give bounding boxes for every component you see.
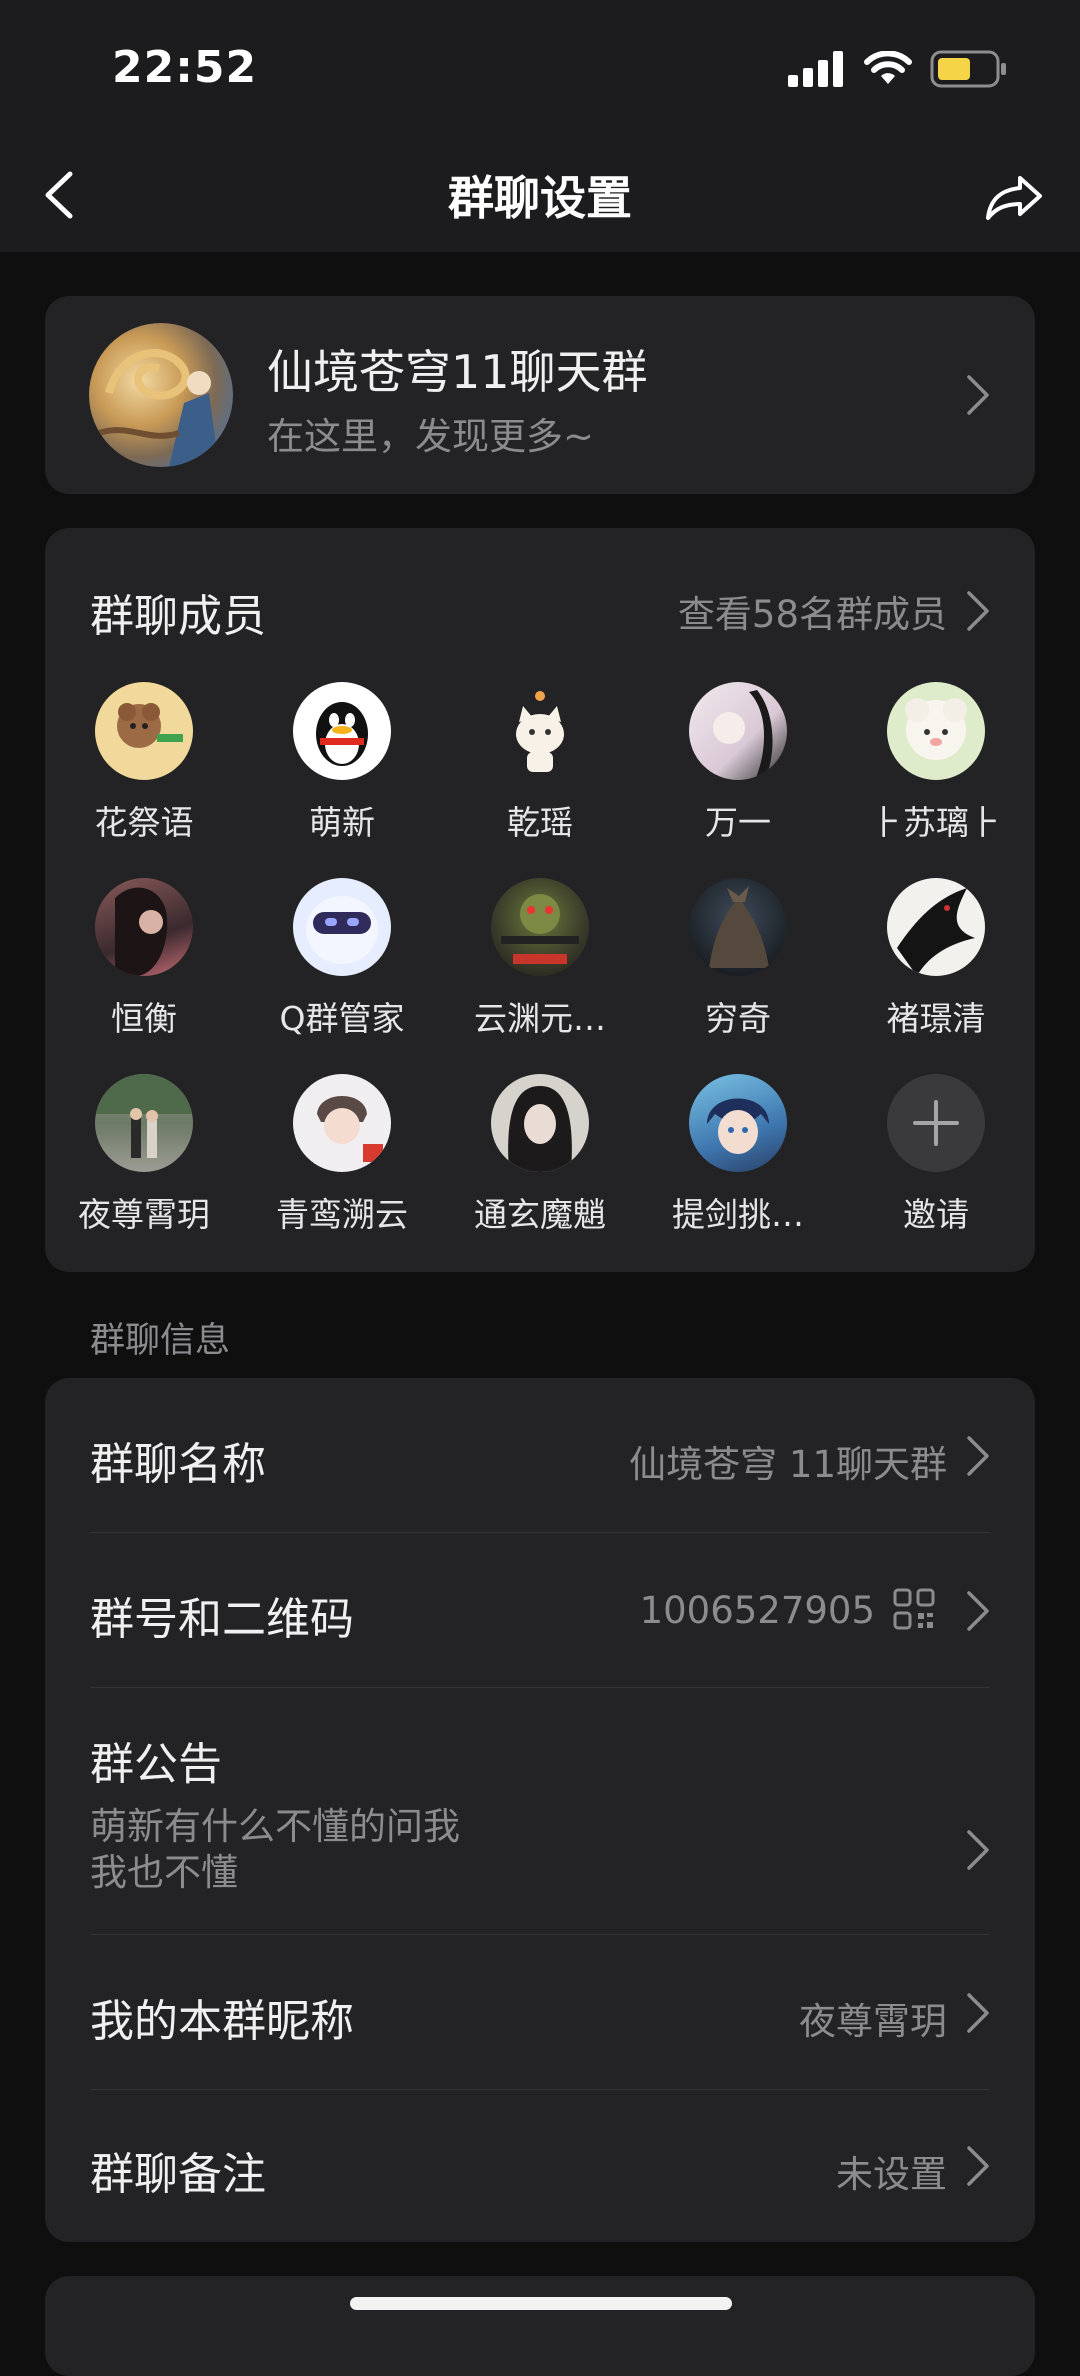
group-info-card: 群聊名称 仙境苍穹 11聊天群 群号和二维码 1006527905 群公告 萌新… xyxy=(45,1378,1035,2242)
member-avatar xyxy=(689,878,787,976)
member-item[interactable]: 青鸾溯云 xyxy=(243,1074,441,1236)
member-avatar xyxy=(293,878,391,976)
member-item[interactable]: 萌新 xyxy=(243,682,441,844)
member-name: 萌新 xyxy=(309,803,375,842)
member-avatar xyxy=(491,682,589,780)
invite-button[interactable]: 邀请 xyxy=(837,1074,1035,1236)
group-notice-line2: 我也不懂 xyxy=(90,1851,238,1894)
member-name: Q群管家 xyxy=(279,999,405,1038)
member-name: 云渊元… xyxy=(474,999,606,1038)
group-notice-label: 群公告 xyxy=(90,1739,222,1790)
nav-bar: 群聊设置 xyxy=(0,140,1080,252)
chevron-right-icon xyxy=(967,1591,989,1631)
member-item[interactable]: 穷奇 xyxy=(639,878,837,1040)
member-name: 青鸾溯云 xyxy=(276,1195,408,1234)
member-item[interactable]: Q群管家 xyxy=(243,878,441,1040)
group-notice-row[interactable]: 群公告 萌新有什么不懂的问我 我也不懂 xyxy=(45,1688,1035,1934)
member-avatar xyxy=(293,1074,391,1172)
qr-code-icon[interactable] xyxy=(893,1588,935,1630)
group-notice-line1: 萌新有什么不懂的问我 xyxy=(90,1805,460,1848)
group-id-row[interactable]: 群号和二维码 1006527905 xyxy=(45,1533,1035,1687)
member-name: 褚璟清 xyxy=(886,999,986,1038)
member-name: 提剑挑… xyxy=(672,1195,804,1234)
member-name: 万一 xyxy=(705,803,771,842)
page-title: 群聊设置 xyxy=(448,171,632,225)
my-nickname-row[interactable]: 我的本群昵称 夜尊霄玥 xyxy=(45,1935,1035,2089)
member-item[interactable]: 恒衡 xyxy=(45,878,243,1040)
members-card: 群聊成员 查看58名群成员 花祭语 萌新 乾瑶 万一 ⺊苏璃⺊ 恒衡 Q群管家 … xyxy=(45,528,1035,1272)
member-name: 恒衡 xyxy=(111,999,177,1038)
member-item[interactable]: 花祭语 xyxy=(45,682,243,844)
group-remark-value: 未设置 xyxy=(836,2153,947,2196)
group-name-row[interactable]: 群聊名称 仙境苍穹 11聊天群 xyxy=(45,1378,1035,1532)
member-avatar xyxy=(887,878,985,976)
view-all-members-link[interactable]: 查看58名群成员 xyxy=(678,584,947,638)
chevron-right-icon xyxy=(967,2146,989,2186)
group-remark-row[interactable]: 群聊备注 未设置 xyxy=(45,2090,1035,2242)
member-item[interactable]: 褚璟清 xyxy=(837,878,1035,1040)
section-label-info: 群聊信息 xyxy=(90,1321,231,1361)
member-item[interactable]: 提剑挑… xyxy=(639,1074,837,1236)
member-avatar xyxy=(491,878,589,976)
member-avatar xyxy=(293,682,391,780)
group-name-value: 仙境苍穹 11聊天群 xyxy=(629,1443,947,1486)
member-name: 乾瑶 xyxy=(507,803,573,842)
chevron-right-icon xyxy=(967,1436,989,1476)
group-name: 仙境苍穹11聊天群 xyxy=(267,345,648,399)
member-item[interactable]: 云渊元… xyxy=(441,878,639,1040)
members-title: 群聊成员 xyxy=(90,591,266,642)
group-id-value: 1006527905 xyxy=(639,1589,875,1632)
my-nickname-value: 夜尊霄玥 xyxy=(799,2000,947,2043)
member-name: 通玄魔魈 xyxy=(474,1195,606,1234)
invite-label: 邀请 xyxy=(903,1195,969,1234)
group-name-label: 群聊名称 xyxy=(90,1439,266,1490)
member-name: ⺊苏璃⺊ xyxy=(870,803,1002,842)
group-profile-card[interactable]: 仙境苍穹11聊天群 在这里，发现更多~ xyxy=(45,296,1035,494)
next-settings-card xyxy=(45,2276,1035,2376)
share-arrow-icon[interactable] xyxy=(980,160,1050,230)
member-avatar xyxy=(887,682,985,780)
member-item[interactable]: 万一 xyxy=(639,682,837,844)
member-avatar xyxy=(689,682,787,780)
chevron-right-icon xyxy=(967,1993,989,2033)
member-name: 花祭语 xyxy=(94,803,194,842)
chevron-right-icon xyxy=(967,1830,989,1870)
wifi-icon xyxy=(864,51,912,84)
member-name: 穷奇 xyxy=(705,999,771,1038)
group-id-label: 群号和二维码 xyxy=(90,1594,354,1645)
group-remark-label: 群聊备注 xyxy=(90,2149,266,2200)
status-bar: 22:52 xyxy=(0,0,1080,140)
plus-icon xyxy=(887,1074,985,1172)
member-avatar xyxy=(689,1074,787,1172)
status-time: 22:52 xyxy=(112,42,258,93)
member-item[interactable]: 乾瑶 xyxy=(441,682,639,844)
member-item[interactable]: 通玄魔魈 xyxy=(441,1074,639,1236)
member-avatar xyxy=(491,1074,589,1172)
chevron-right-icon[interactable] xyxy=(965,589,991,633)
member-item[interactable]: 夜尊霄玥 xyxy=(45,1074,243,1236)
member-avatar xyxy=(95,878,193,976)
my-nickname-label: 我的本群昵称 xyxy=(90,1996,354,2047)
chevron-right-icon xyxy=(967,375,989,415)
battery-icon xyxy=(930,50,1006,88)
member-item[interactable]: ⺊苏璃⺊ xyxy=(837,682,1035,844)
group-avatar xyxy=(89,323,233,467)
group-subtitle: 在这里，发现更多~ xyxy=(267,415,595,458)
signal-icon xyxy=(788,51,843,87)
member-name: 夜尊霄玥 xyxy=(78,1195,210,1234)
home-indicator[interactable] xyxy=(350,2297,732,2310)
member-avatar xyxy=(95,682,193,780)
member-avatar xyxy=(95,1074,193,1172)
